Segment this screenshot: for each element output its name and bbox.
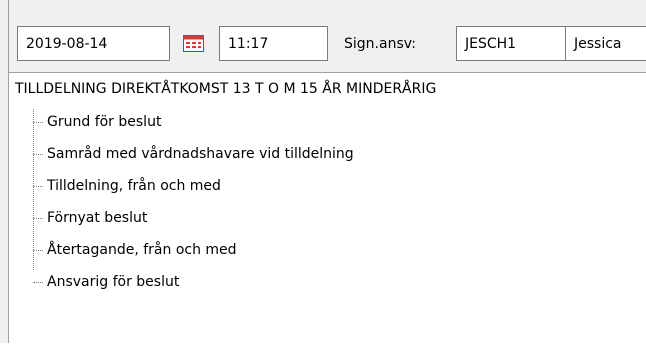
tree-item-samrad[interactable]: Samråd med vårdnadshavare vid tilldelnin… [33,142,354,166]
tree-item-atertagande[interactable]: Återtagande, från och med [33,238,237,262]
tree-item-label: Återtagande, från och med [47,242,237,258]
tree-connector [33,281,43,283]
sign-id-value: JESCH1 [465,35,517,52]
tree-item-grund-for-beslut[interactable]: Grund för beslut [33,110,161,134]
window-top-strip [0,0,646,10]
sign-name-field[interactable]: Jessica [565,26,646,61]
sign-id-field[interactable]: JESCH1 [456,26,566,61]
tree-item-ansvarig[interactable]: Ansvarig för beslut [33,270,179,294]
tree-connector [33,153,43,155]
calendar-button[interactable] [172,26,214,61]
tree-item-label: Grund för beslut [47,114,162,130]
sign-ansv-label: Sign.ansv: [344,35,416,52]
decision-tree: TILLDELNING DIREKTÅTKOMST 13 T O M 15 ÅR… [9,72,646,344]
time-field-value: 11:17 [228,35,269,52]
tree-root-node[interactable]: TILLDELNING DIREKTÅTKOMST 13 T O M 15 ÅR… [15,81,436,97]
tree-connector [33,121,43,123]
tree-item-tilldelning[interactable]: Tilldelning, från och med [33,174,221,198]
left-frame-bar [0,0,9,343]
time-field[interactable]: 11:17 [219,26,328,61]
tree-item-fornyat-beslut[interactable]: Förnyat beslut [33,206,147,230]
calendar-icon [182,35,204,52]
tree-connector [33,217,43,219]
date-field[interactable]: 2019-08-14 [17,26,170,61]
tree-connector [33,249,43,251]
tree-item-label: Ansvarig för beslut [47,274,180,290]
sign-name-value: Jessica [574,35,622,52]
tree-item-label: Tilldelning, från och med [47,178,221,194]
tree-item-label: Förnyat beslut [47,210,148,226]
tree-item-label: Samråd med vårdnadshavare vid tilldelnin… [47,146,354,162]
tree-connector [33,185,43,187]
date-field-value: 2019-08-14 [26,35,108,52]
